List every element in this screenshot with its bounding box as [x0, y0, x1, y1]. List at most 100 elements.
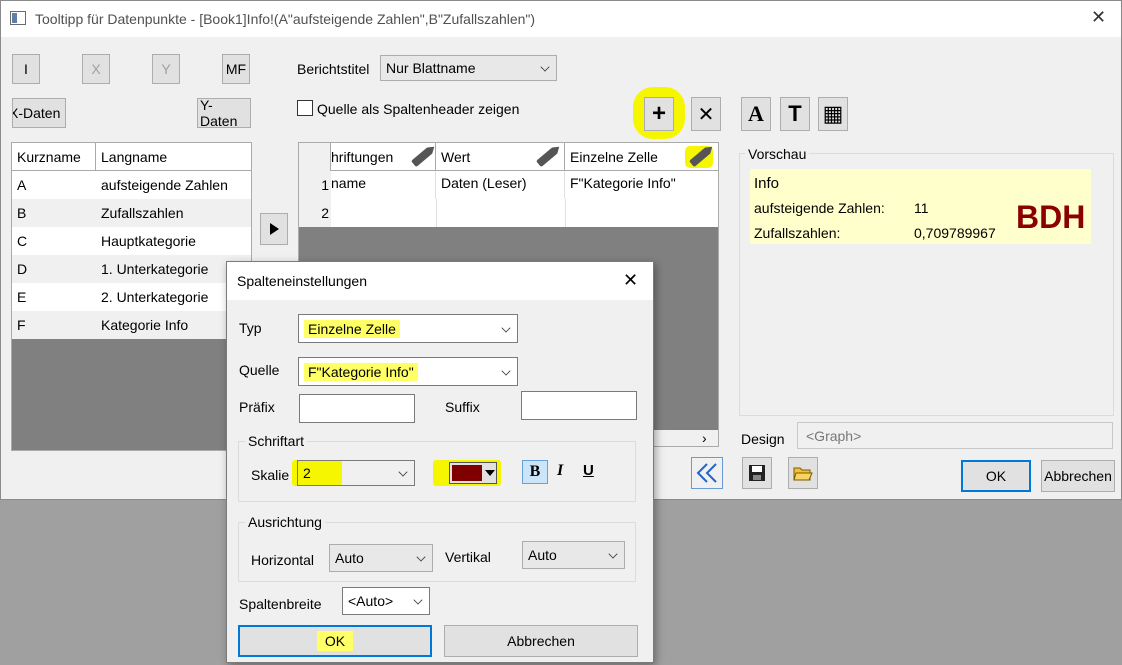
row-number: 1	[299, 171, 331, 199]
chevron-down-icon	[413, 595, 423, 605]
ok-button[interactable]: OK	[961, 460, 1031, 492]
delete-button[interactable]: ✕	[691, 97, 721, 131]
scale-select[interactable]: 2	[297, 460, 415, 486]
list-item[interactable]: F Kategorie Info	[12, 311, 251, 339]
report-title-value: Nur Blattname	[386, 60, 476, 76]
col-width-select[interactable]: <Auto>	[342, 587, 430, 615]
column-settings-dialog: Spalteneinstellungen ✕ Typ Einzelne Zell…	[226, 261, 654, 663]
window-title: Tooltipp für Datenpunkte - [Book1]Info!(…	[35, 11, 536, 27]
open-button[interactable]	[788, 457, 818, 489]
font-color-picker[interactable]	[449, 462, 497, 484]
pencil-icon	[536, 146, 558, 168]
collapse-button[interactable]	[691, 457, 723, 489]
grid-cell[interactable]: F"Kategorie Info"	[565, 171, 718, 199]
source-value: F"Kategorie Info"	[304, 362, 418, 381]
list-item-long: Zufallszahlen	[101, 205, 184, 221]
grid-cell[interactable]: Daten (Leser)	[436, 171, 565, 199]
chevron-down-icon	[540, 62, 550, 72]
font-group-title: Schriftart	[245, 433, 308, 449]
scale-value: 2	[303, 465, 311, 481]
open-folder-icon	[793, 467, 813, 481]
list-item[interactable]: D 1. Unterkategorie	[12, 255, 251, 283]
y-button[interactable]: Y	[152, 54, 180, 84]
plus-icon: +	[651, 100, 666, 127]
dialog-ok-label: OK	[316, 631, 354, 651]
col-width-label: Spaltenbreite	[239, 596, 322, 612]
caret-down-icon	[485, 470, 495, 476]
italic-toggle[interactable]: I	[557, 462, 563, 480]
preview-box: Info aufsteigende Zahlen: 11 Zufallszahl…	[750, 169, 1091, 244]
list-item-long: aufsteigende Zahlen	[101, 177, 228, 193]
vertical-select[interactable]: Auto	[522, 541, 625, 569]
list-item-short: B	[17, 205, 27, 221]
grid-header-col3[interactable]: Einzelne Zelle	[565, 143, 718, 171]
font-color-swatch	[452, 465, 482, 481]
save-button[interactable]	[742, 457, 772, 489]
header-kurzname[interactable]: Kurzname	[12, 143, 96, 170]
preview-line3-value: 0,709789967	[914, 225, 996, 241]
close-icon[interactable]: ✕	[1091, 7, 1106, 28]
source-select[interactable]: F"Kategorie Info"	[298, 357, 518, 386]
grid-header-col3-label: Einzelne Zelle	[570, 149, 658, 165]
design-field[interactable]: <Graph>	[797, 422, 1113, 449]
preview-big-text: BDH	[1016, 199, 1086, 235]
suffix-input[interactable]	[521, 391, 637, 420]
source-header-checkbox[interactable]	[297, 100, 313, 116]
bold-toggle[interactable]: B	[522, 460, 548, 484]
move-right-button[interactable]	[260, 213, 288, 245]
prefix-input[interactable]	[299, 394, 415, 423]
grid-header-col2[interactable]: Wert	[436, 143, 565, 171]
preview-line2-value: 11	[914, 200, 929, 216]
list-item-short: A	[17, 177, 27, 193]
dialog-ok-button[interactable]: OK	[238, 625, 432, 657]
play-right-icon	[270, 223, 279, 235]
add-button[interactable]: +	[644, 97, 674, 131]
columns-list[interactable]: Kurzname Langname A aufsteigende Zahlen …	[11, 142, 252, 451]
list-item[interactable]: E 2. Unterkategorie	[12, 283, 251, 311]
y-data-label: Y-Daten	[200, 98, 238, 128]
chevron-down-icon	[501, 322, 511, 333]
floppy-disk-icon	[749, 465, 765, 481]
list-item[interactable]: C Hauptkategorie	[12, 227, 251, 255]
x-data-button[interactable]: X-Daten	[12, 98, 66, 128]
y-data-button[interactable]: Y-Daten	[197, 98, 251, 128]
chevron-down-icon	[501, 365, 511, 376]
grid-header-col1-label: hriftungen	[331, 149, 394, 165]
dialog-close-icon[interactable]: ✕	[623, 270, 638, 291]
design-label: Design	[741, 431, 785, 447]
pencil-icon	[411, 146, 433, 168]
grid-header-col1[interactable]: hriftungen	[331, 143, 436, 171]
horizontal-label: Horizontal	[251, 552, 315, 568]
chevron-down-icon	[608, 549, 618, 559]
grid-divider	[565, 199, 566, 227]
chevron-down-icon	[398, 467, 408, 477]
table-button[interactable]: ▦	[818, 97, 848, 131]
dialog-cancel-button[interactable]: Abbrechen	[444, 625, 638, 657]
type-select[interactable]: Einzelne Zelle	[298, 314, 518, 343]
x-button[interactable]: X	[82, 54, 110, 84]
grid-divider	[436, 199, 437, 227]
table-row[interactable]	[299, 199, 718, 227]
font-a-icon: A	[748, 101, 764, 126]
report-title-select[interactable]: Nur Blattname	[380, 55, 557, 81]
mf-button[interactable]: MF	[222, 54, 250, 84]
columns-list-header: Kurzname Langname	[12, 143, 251, 171]
cancel-button[interactable]: Abbrechen	[1041, 460, 1115, 492]
underline-toggle[interactable]: U	[583, 462, 594, 479]
text-button[interactable]: T	[780, 97, 810, 131]
font-button[interactable]: A	[741, 97, 771, 131]
chevron-right-icon[interactable]: ›	[702, 430, 707, 446]
list-item-short: D	[17, 261, 28, 277]
grid-cell[interactable]: name	[331, 171, 436, 199]
list-item[interactable]: A aufsteigende Zahlen	[12, 171, 251, 199]
scale-label: Skalie	[251, 467, 290, 483]
i-button[interactable]: I	[12, 54, 40, 84]
app-icon	[10, 11, 26, 25]
double-chevron-left-icon	[696, 463, 717, 483]
list-item-short: F	[17, 317, 26, 333]
horizontal-select[interactable]: Auto	[329, 544, 433, 572]
type-label: Typ	[239, 320, 262, 336]
list-item-long: Hauptkategorie	[101, 233, 196, 249]
header-langname[interactable]: Langname	[96, 143, 251, 170]
list-item[interactable]: B Zufallszahlen	[12, 199, 251, 227]
